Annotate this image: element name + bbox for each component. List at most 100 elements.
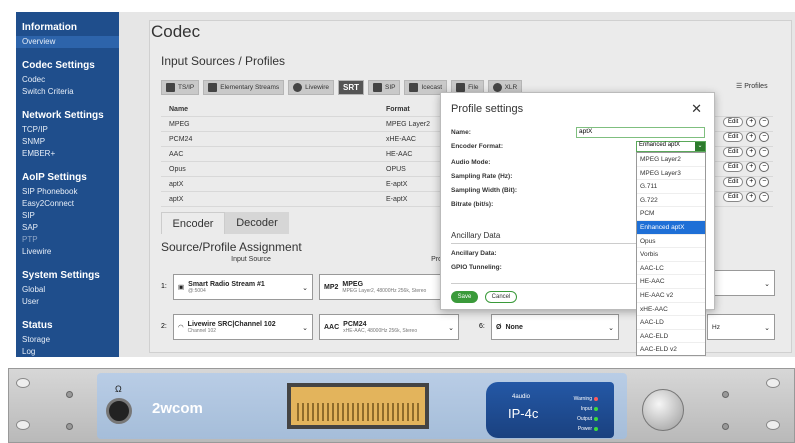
volume-knob[interactable] [642,389,684,431]
dropdown-option[interactable]: HE-AAC [637,275,705,289]
audio-mode-label: Audio Mode: [451,159,491,166]
right-select[interactable]: ⌄ [707,270,775,296]
dropdown-option[interactable]: MPEG Layer2 [637,153,705,167]
sidebar-group-status: Status Storage Log [22,320,113,358]
source-tab-tsip[interactable]: TS/IP [161,80,200,95]
sidebar-item-sip-phonebook[interactable]: SIP Phonebook [22,186,113,198]
sidebar-item-livewire[interactable]: Livewire [22,246,113,258]
edit-button[interactable]: Edit [723,117,744,127]
sidebar-item-sip[interactable]: SIP [22,210,113,222]
sliders-icon: ☰ [736,83,743,90]
source-tab-label: SRT [343,83,359,92]
dropdown-option[interactable]: AAC-ELD [637,330,705,344]
dropdown-option[interactable]: Vorbis [637,248,705,262]
row-actions: Edit + − [723,147,770,157]
sidebar-item-codec[interactable]: Codec [22,74,113,86]
sidebar-item-switch-criteria[interactable]: Switch Criteria [22,86,113,98]
dropdown-option[interactable]: AAC-LD [637,316,705,330]
headphone-jack [106,398,132,424]
chevron-down-icon: ⌄ [764,325,770,332]
indicator-label-output: Output [576,416,592,422]
tab-decoder[interactable]: Decoder [225,212,289,234]
edit-button[interactable]: Edit [723,132,744,142]
screw-icon [722,391,729,398]
sidebar-item-global[interactable]: Global [22,284,113,296]
dropdown-option[interactable]: xHE-AAC [637,303,705,317]
cancel-button[interactable]: Cancel [485,291,517,303]
profile-name: Opus [169,165,186,173]
remove-icon[interactable]: − [759,117,770,127]
edit-button[interactable]: Edit [723,162,744,172]
input-source-select[interactable]: ▣ Smart Radio Stream #1 @:5004 ⌄ [173,274,313,300]
sidebar-item-overview[interactable]: Overview [16,36,119,48]
slot6-source-select[interactable]: Ø None ⌄ [491,314,619,340]
input-source-select[interactable]: ◠ Livewire SRC|Channel 102 Channel 102 ⌄ [173,314,313,340]
profile-badge: MP2 [324,283,339,291]
row-actions: Edit + − [723,177,770,187]
row-actions: Edit + − [723,162,770,172]
edit-button[interactable]: Edit [723,147,744,157]
sidebar-heading: Codec Settings [22,60,95,71]
sidebar-item-sap[interactable]: SAP [22,222,113,234]
dropdown-option[interactable]: AAC-LC [637,262,705,276]
sidebar-item-easy2connect[interactable]: Easy2Connect [22,198,113,210]
dropdown-option[interactable]: G.711 [637,180,705,194]
profiles-button[interactable]: ☰ Profiles [736,82,768,90]
model-panel: 4audio IP-4c Warning Input Output Power [486,382,614,438]
source-tab-srt[interactable]: SRT [338,80,364,95]
screw-icon [66,391,73,398]
dropdown-option[interactable]: MPEG Layer3 [637,167,705,181]
sidebar-item-storage[interactable]: Storage [22,334,113,346]
sidebar-item-user[interactable]: User [22,296,113,308]
remove-icon[interactable]: − [759,147,770,157]
chevron-down-icon: ⌄ [608,325,614,332]
dropdown-option[interactable]: G.722 [637,194,705,208]
add-icon[interactable]: + [746,117,757,127]
remove-icon[interactable]: − [759,132,770,142]
sidebar-item-log[interactable]: Log [22,346,113,358]
remove-icon[interactable]: − [759,177,770,187]
add-icon[interactable]: + [746,192,757,202]
slot-number: 6: [479,323,485,330]
save-button[interactable]: Save [451,291,478,303]
close-icon[interactable]: ✕ [691,101,702,117]
source-tab-sip[interactable]: SIP [368,80,401,95]
source-sub: Channel 102 [187,327,217,334]
dropdown-option[interactable]: PCM [637,207,705,221]
sidebar-group-codec: Codec Settings Codec Switch Criteria [22,60,113,98]
sidebar-item-ember[interactable]: EMBER+ [22,148,113,160]
tab-encoder[interactable]: Encoder [161,212,225,234]
livewire-icon: ◠ [178,324,184,331]
sidebar-item-ptp[interactable]: PTP [22,234,113,246]
edit-button[interactable]: Edit [723,177,744,187]
profile-name: PCM24 [343,320,367,328]
right-select[interactable]: Hz ⌄ [707,314,775,340]
stream-icon [208,83,218,92]
add-icon[interactable]: + [746,177,757,187]
add-icon[interactable]: + [746,147,757,157]
profile-select[interactable]: AAC PCM24 xHE-AAC, 48000Hz 256k, Stereo ⌄ [319,314,459,340]
add-icon[interactable]: + [746,132,757,142]
encoder-format-select[interactable]: Enhanced aptX ⌄ [636,141,706,152]
profile-select[interactable]: MP2 MPEG MPEG Layer2, 48000Hz 256k, Stere… [319,274,459,300]
input-sources-title: Input Sources / Profiles [161,54,286,68]
source-tab-livewire[interactable]: Livewire [288,80,334,95]
edit-button[interactable]: Edit [723,192,744,202]
sidebar-item-snmp[interactable]: SNMP [22,136,113,148]
sidebar-group-system: System Settings Global User [22,270,113,308]
source-tab-elementary[interactable]: Elementary Streams [203,80,285,95]
dropdown-option-selected[interactable]: Enhanced aptX [637,220,705,235]
dropdown-option[interactable]: AAC-ELD v2 [637,343,705,357]
rack-ear-hole [766,378,780,388]
dropdown-option[interactable]: HE-AAC v2 [637,289,705,303]
ancillary-data-label: Ancillary Data: [451,250,497,257]
sidebar-group-information: Information Overview [16,22,119,48]
profile-name: MPEG [169,120,190,128]
dropdown-option[interactable]: Opus [637,235,705,249]
sidebar-item-tcpip[interactable]: TCP/IP [22,124,113,136]
name-field[interactable]: aptX [576,127,705,138]
add-icon[interactable]: + [746,162,757,172]
remove-icon[interactable]: − [759,192,770,202]
remove-icon[interactable]: − [759,162,770,172]
indicator-label-input: Input [580,406,592,412]
